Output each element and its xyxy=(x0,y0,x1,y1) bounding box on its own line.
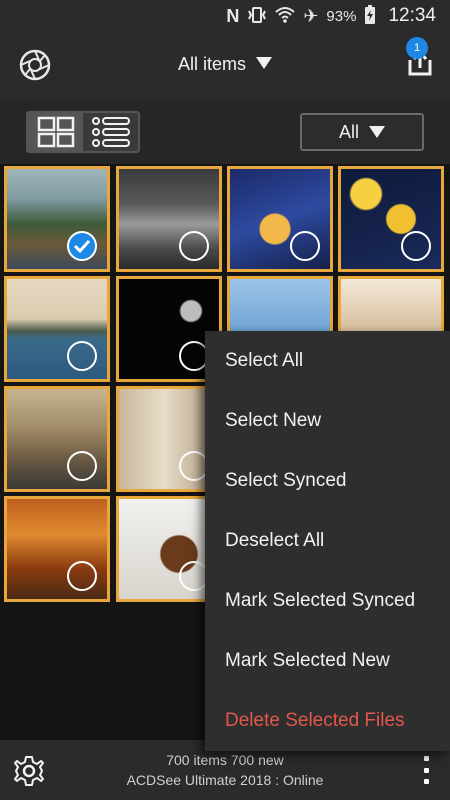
menu-item-mark-selected-new[interactable]: Mark Selected New xyxy=(205,631,450,691)
menu-item-select-new[interactable]: Select New xyxy=(205,391,450,451)
select-circle-icon[interactable] xyxy=(401,231,431,261)
filter-label: All xyxy=(338,121,359,142)
more-options-button[interactable] xyxy=(422,756,430,784)
more-vert-icon xyxy=(423,756,429,761)
select-circle-icon[interactable] xyxy=(290,231,320,261)
caret-down-icon xyxy=(369,126,385,138)
photo-tile[interactable] xyxy=(116,166,222,272)
select-circle-icon[interactable] xyxy=(67,451,97,481)
menu-item-deselect-all[interactable]: Deselect All xyxy=(205,511,450,571)
caret-down-icon xyxy=(256,57,272,70)
select-circle-icon[interactable] xyxy=(67,341,97,371)
airplane-mode-icon: ✈ xyxy=(303,6,319,26)
app-bar: All items 1 xyxy=(0,32,450,100)
menu-item-delete-selected-files[interactable]: Delete Selected Files xyxy=(205,691,450,751)
menu-item-select-all[interactable]: Select All xyxy=(205,331,450,391)
toolbar: All xyxy=(0,100,450,164)
battery-percent: 93% xyxy=(326,7,357,25)
menu-item-select-synced[interactable]: Select Synced xyxy=(205,451,450,511)
battery-charging-icon xyxy=(364,4,376,28)
view-filter-label: All items xyxy=(177,54,246,74)
view-filter-dropdown[interactable]: All items xyxy=(0,54,450,75)
upload-count-badge: 1 xyxy=(406,37,428,59)
status-bar: N ✈ 93% 12:34 xyxy=(0,0,450,32)
vibrate-icon xyxy=(247,6,267,27)
photo-tile[interactable] xyxy=(4,496,110,602)
photo-tile[interactable] xyxy=(338,166,444,272)
grid-view-icon xyxy=(37,116,74,148)
filter-dropdown[interactable]: All xyxy=(300,113,424,151)
list-view-icon xyxy=(91,117,130,147)
select-circle-icon[interactable] xyxy=(67,561,97,591)
menu-item-mark-selected-synced[interactable]: Mark Selected Synced xyxy=(205,571,450,631)
selected-check-icon[interactable] xyxy=(67,231,97,261)
app-connection-status: ACDSee Ultimate 2018 : Online xyxy=(126,772,324,788)
photo-tile[interactable] xyxy=(4,276,110,382)
selection-popup-menu: Select All Select New Select Synced Deselec… xyxy=(205,331,450,751)
item-counts: 700 items 700 new xyxy=(166,752,284,768)
select-circle-icon[interactable] xyxy=(179,231,209,261)
library-status: 700 items 700 new ACDSee Ultimate 2018 :… xyxy=(0,750,450,790)
photo-tile[interactable] xyxy=(4,386,110,492)
nfc-icon: N xyxy=(226,6,240,26)
photo-tile[interactable] xyxy=(4,166,110,272)
grid-view-button[interactable] xyxy=(28,113,83,151)
photo-tile[interactable] xyxy=(227,166,333,272)
wifi-icon xyxy=(275,6,295,27)
view-mode-toggle xyxy=(26,111,140,153)
clock: 12:34 xyxy=(388,5,436,26)
list-view-button[interactable] xyxy=(83,113,138,151)
